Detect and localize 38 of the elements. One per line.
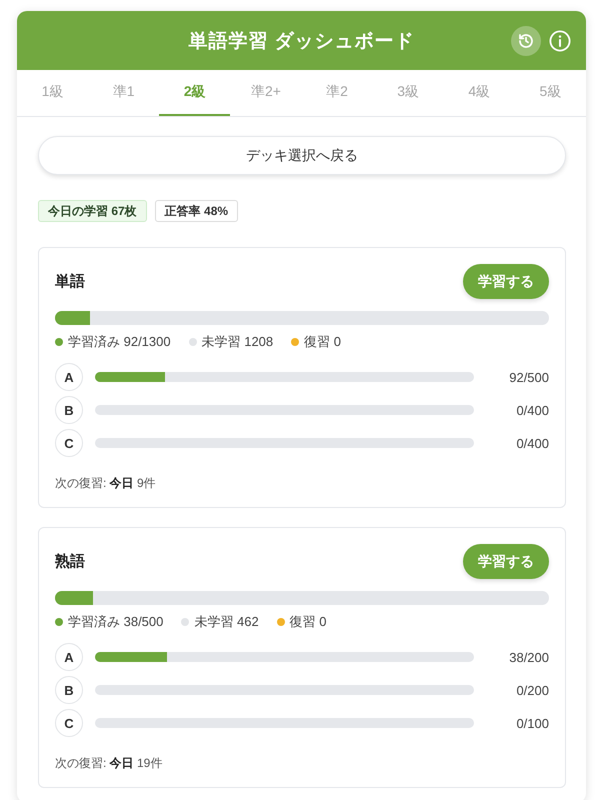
- group-count: 0/200: [515, 682, 549, 698]
- grade-tab[interactable]: 3級: [372, 70, 444, 116]
- study-button[interactable]: 学習する: [463, 264, 549, 299]
- group-count: 38/200: [508, 650, 549, 664]
- grade-tab[interactable]: 1級: [17, 70, 88, 116]
- legend-label: 未学習 1208: [202, 333, 274, 351]
- grade-tab[interactable]: 準1: [88, 70, 160, 116]
- group-count: 0/400: [515, 402, 549, 418]
- grade-tab[interactable]: 準2: [302, 70, 373, 116]
- legend-label: 復習 0: [290, 613, 327, 631]
- study-button[interactable]: 学習する: [463, 544, 549, 579]
- deck-title: 熟語: [55, 552, 85, 571]
- next-review-text: 次の復習: 今日 9件: [55, 476, 157, 490]
- legend-label: 学習済み 38/500: [68, 613, 164, 631]
- legend-label: 復習 0: [304, 333, 341, 351]
- group-letter: C: [55, 429, 83, 457]
- stat-chip: 今日の学習 67枚: [38, 200, 147, 222]
- info-icon[interactable]: [549, 30, 571, 52]
- legend-label: 未学習 462: [194, 613, 259, 631]
- group-letter: B: [55, 676, 83, 704]
- stat-chip: 正答率 48%: [154, 200, 238, 222]
- grade-tab[interactable]: 準2+: [230, 70, 302, 116]
- group-count: 92/500: [508, 370, 549, 384]
- grade-tab[interactable]: 5級: [514, 70, 586, 116]
- legend-label: 学習済み 92/1300: [68, 333, 171, 351]
- group-count: 0/100: [515, 716, 549, 730]
- group-letter: C: [55, 709, 83, 737]
- group-letter: A: [55, 643, 83, 671]
- grade-tab[interactable]: 4級: [444, 70, 515, 116]
- next-review-text: 次の復習: 今日 19件: [55, 756, 164, 770]
- group-letter: B: [55, 396, 83, 424]
- dashboard-title: 単語学習 ダッシュボード: [188, 30, 415, 54]
- deck-title: 単語: [55, 272, 85, 291]
- grade-tab[interactable]: 2級: [159, 70, 230, 116]
- group-count: 0/400: [515, 436, 549, 450]
- group-letter: A: [55, 363, 83, 391]
- back-button[interactable]: デッキ選択へ戻る: [38, 136, 566, 175]
- history-icon[interactable]: [511, 26, 541, 56]
